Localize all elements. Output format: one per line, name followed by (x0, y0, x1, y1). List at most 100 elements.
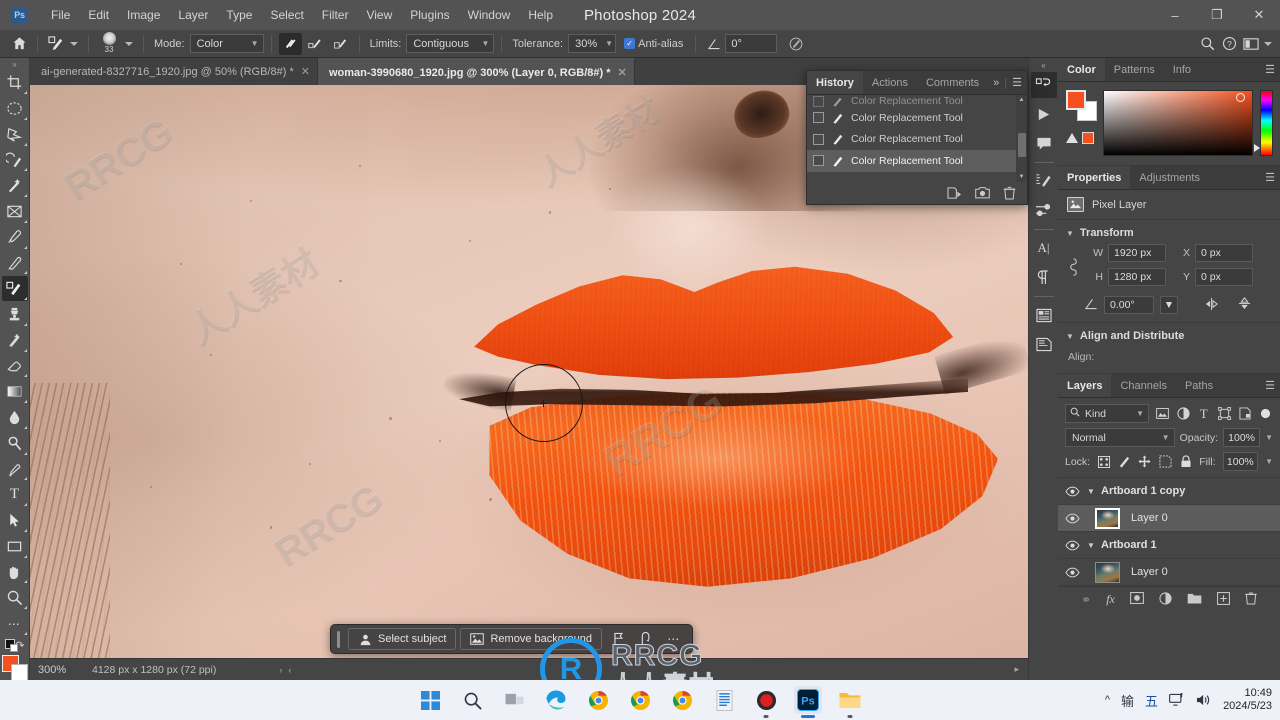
tab-color[interactable]: Color (1058, 58, 1105, 81)
history-row-selected[interactable]: Color Replacement Tool (807, 150, 1027, 172)
tool-path-selection[interactable] (2, 508, 28, 533)
chrome-icon[interactable] (668, 686, 696, 714)
tool-object-selection[interactable] (2, 148, 28, 173)
color-panel-foreground-swatch[interactable] (1066, 90, 1086, 110)
filter-toggle-icon[interactable] (1258, 405, 1273, 422)
start-button-icon[interactable] (416, 686, 444, 714)
document-tab-active[interactable]: woman-3990680_1920.jpg @ 300% (Layer 0, … (317, 58, 635, 85)
tab-adjustments[interactable]: Adjustments (1130, 166, 1209, 189)
menu-help[interactable]: Help (519, 4, 562, 26)
rotation-input[interactable]: 0.00° (1104, 296, 1154, 314)
expand-toolbar-icon[interactable]: » (0, 58, 29, 70)
status-scroll-right-icon[interactable]: ▸ (1011, 664, 1022, 675)
filter-adjustment-icon[interactable] (1176, 405, 1191, 422)
layer-row-artboard-1[interactable]: ▼ Artboard 1 (1058, 532, 1280, 559)
new-group-icon[interactable] (1187, 592, 1202, 607)
menu-view[interactable]: View (357, 4, 401, 26)
lock-artboard-nesting-icon[interactable] (1158, 455, 1172, 469)
sampling-continuous-icon[interactable] (278, 32, 302, 55)
scroll-up-icon[interactable]: ▲ (1019, 95, 1025, 103)
rotation-chevron-icon[interactable]: ▼ (1160, 296, 1178, 314)
photoshop-icon[interactable]: Ps (794, 686, 822, 718)
flip-horizontal-icon[interactable] (1204, 297, 1219, 314)
menu-window[interactable]: Window (459, 4, 520, 26)
menu-plugins[interactable]: Plugins (401, 4, 458, 26)
menu-select[interactable]: Select (261, 4, 312, 26)
search-icon[interactable] (458, 686, 486, 714)
sampling-background-swatch-icon[interactable] (329, 33, 352, 55)
tool-rectangle[interactable] (2, 534, 28, 559)
layer-thumbnail[interactable] (1095, 561, 1120, 583)
tab-history[interactable]: History (807, 71, 863, 94)
select-subject-button[interactable]: Select subject (348, 628, 457, 650)
transform-icon[interactable] (634, 628, 658, 650)
close-button[interactable]: ✕ (1238, 0, 1280, 30)
ime-chinese-icon[interactable]: 五 (1145, 691, 1158, 710)
opacity-value[interactable]: 100% (1223, 428, 1261, 447)
close-icon[interactable]: ✕ (618, 66, 627, 79)
tool-type[interactable]: T (2, 482, 28, 507)
y-input[interactable]: 0 px (1195, 268, 1253, 286)
mode-select[interactable]: Color ▼ (189, 34, 264, 53)
history-row[interactable]: Color Replacement Tool (807, 129, 1027, 151)
layer-filter-kind-select[interactable]: Kind ▼ (1065, 404, 1149, 423)
delete-state-icon[interactable] (1003, 186, 1016, 203)
recorder-icon[interactable] (752, 686, 780, 718)
panel-menu-icon[interactable]: ☰ (1265, 171, 1275, 184)
delete-layer-icon[interactable] (1245, 591, 1257, 608)
notes-panel-icon[interactable] (1031, 331, 1057, 357)
history-panel-icon[interactable] (1030, 72, 1057, 98)
panel-menu-icon[interactable]: ☰ (1012, 76, 1022, 89)
tool-elliptical-marquee[interactable] (2, 96, 28, 121)
tool-preset-chevron-icon[interactable] (67, 33, 81, 55)
drag-handle-icon[interactable] (337, 630, 340, 648)
hue-slider[interactable] (1254, 90, 1273, 156)
history-row-partial[interactable]: Color Replacement Tool (807, 95, 1027, 107)
history-state-list[interactable]: Color Replacement Tool Color Replacement… (807, 95, 1027, 182)
tool-color-replacement[interactable] (1, 276, 28, 302)
background-color-swatch[interactable] (10, 664, 28, 682)
document-tab-inactive[interactable]: ai-generated-8327716_1920.jpg @ 50% (RGB… (30, 58, 318, 85)
tool-edit-toolbar-more[interactable]: ⋯ (2, 611, 28, 636)
tab-properties[interactable]: Properties (1058, 166, 1131, 189)
w-input[interactable]: 1920 px (1108, 244, 1166, 262)
menu-layer[interactable]: Layer (169, 4, 217, 26)
tool-dodge[interactable] (2, 431, 28, 456)
file-explorer-icon[interactable] (836, 686, 864, 718)
limits-select[interactable]: Contiguous ▼ (406, 34, 495, 53)
tool-lasso[interactable] (2, 122, 28, 147)
tool-eyedropper[interactable] (2, 225, 28, 250)
panel-menu-icon[interactable]: ☰ (1265, 379, 1275, 392)
text-editor-icon[interactable] (710, 686, 738, 714)
filter-smart-object-icon[interactable] (1238, 405, 1253, 422)
brush-preset-picker[interactable]: 33 (96, 31, 122, 57)
tab-comments[interactable]: Comments (917, 71, 988, 94)
zoom-level[interactable]: 300% (38, 664, 92, 676)
libraries-panel-icon[interactable] (1031, 302, 1057, 328)
close-icon[interactable]: ✕ (301, 65, 310, 78)
swap-colors-icon[interactable]: ↷ (15, 639, 24, 652)
scrollbar-thumb[interactable] (1018, 133, 1026, 157)
menu-image[interactable]: Image (118, 4, 169, 26)
filter-pixel-icon[interactable] (1155, 405, 1170, 422)
more-options-icon[interactable]: ⋯ (662, 628, 686, 650)
workspace-chevron-icon[interactable] (1262, 33, 1274, 55)
layers-panel-menu[interactable]: ☰ (1265, 374, 1280, 397)
comments-panel-icon[interactable] (1031, 130, 1057, 156)
fill-value[interactable]: 100% (1222, 452, 1259, 471)
new-fill-adjustment-icon[interactable] (1159, 591, 1172, 608)
taskbar-clock[interactable]: 10:49 2024/5/23 (1223, 687, 1272, 713)
link-layers-icon[interactable]: ⚭ (1081, 593, 1091, 607)
task-view-icon[interactable] (500, 686, 528, 714)
layer-visibility-icon[interactable] (1064, 513, 1081, 524)
workspace-switcher-icon[interactable] (1240, 33, 1262, 55)
tool-frame[interactable] (2, 199, 28, 224)
angle-input[interactable]: 0° (725, 34, 778, 53)
color-picker-field[interactable] (1103, 90, 1253, 156)
menu-filter[interactable]: Filter (313, 4, 358, 26)
out-of-gamut-warning[interactable] (1066, 132, 1094, 144)
brushes-panel-icon[interactable] (1031, 197, 1057, 223)
status-next-icon[interactable]: › (276, 665, 285, 675)
maximize-button[interactable]: ❐ (1196, 0, 1238, 30)
status-prev-icon[interactable]: ‹ (285, 665, 294, 675)
